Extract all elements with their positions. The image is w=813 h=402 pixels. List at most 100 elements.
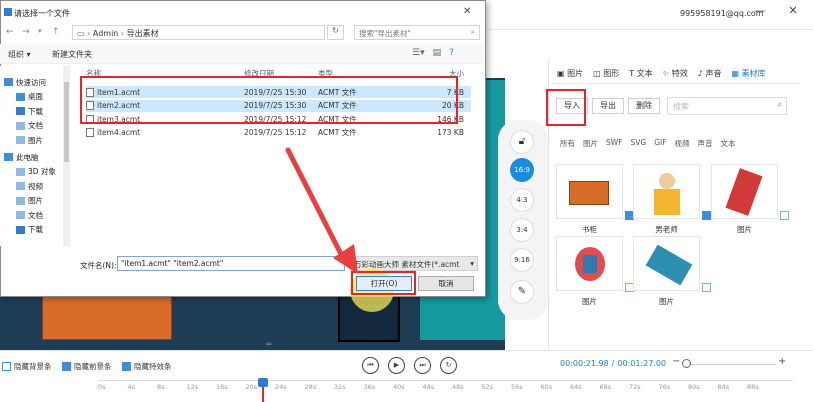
tab-sound[interactable]: ♪ 声音 — [693, 64, 727, 83]
minimize-icon[interactable]: — — [752, 4, 768, 20]
close-icon[interactable]: ✕ — [785, 4, 801, 20]
tab-effect[interactable]: ✨︎ 特效 — [658, 64, 693, 83]
asset-thumbnail[interactable] — [556, 236, 634, 292]
filter-item[interactable]: 声音 — [698, 138, 713, 149]
sidebar-item[interactable]: 图片 — [16, 133, 43, 148]
edit-icon[interactable]: ✎ — [510, 280, 534, 304]
checkbox[interactable] — [2, 362, 11, 371]
organize-button[interactable]: 组织 ▾ — [8, 49, 31, 60]
sidebar-item[interactable]: 快速访问 — [4, 75, 46, 90]
collapse-handle-icon[interactable]: ═ — [266, 340, 271, 350]
replay-icon[interactable]: ↻ — [440, 357, 457, 374]
refresh-icon[interactable]: ↻ — [327, 25, 344, 40]
asset-thumbnail[interactable] — [633, 236, 711, 292]
view-mode-icon[interactable]: ☰▾ — [412, 48, 425, 58]
zoom-out-icon[interactable]: − — [672, 356, 680, 367]
forward-icon[interactable]: → — [22, 27, 30, 37]
asset-item[interactable]: 图片 — [711, 164, 789, 235]
asset-checkbox[interactable] — [702, 211, 711, 220]
sidebar-item[interactable]: 图片 — [16, 194, 43, 209]
help-icon[interactable]: ? — [449, 48, 454, 58]
search-icon[interactable]: ⌕ — [471, 27, 475, 37]
timeline-toggle[interactable]: 隐藏背景条 — [2, 361, 52, 372]
play-icon[interactable]: ▶ — [388, 357, 405, 374]
file-row[interactable]: item4.acmt 2019/7/25 15:12 ACMT 文件 173 KB — [86, 127, 471, 139]
back-icon[interactable]: ← — [6, 27, 14, 37]
asset-thumbnail[interactable] — [711, 164, 789, 220]
filter-item[interactable]: 所有 — [560, 138, 575, 149]
new-folder-button[interactable]: 新建文件夹 — [52, 49, 92, 60]
playhead-handle[interactable] — [258, 378, 268, 387]
tab-picture[interactable]: ▣ 图片 — [552, 64, 588, 83]
export-button[interactable]: 导出 — [592, 98, 624, 114]
address-bar[interactable]: ▭ › Admin › 导出素材 — [72, 25, 325, 40]
filter-item[interactable]: 视频 — [675, 138, 690, 149]
timeline-ruler[interactable]: 0s 4s 8s 12s 16s 20s 24s 28s 32s 36s 40s 44s 48s 52s 5… — [98, 380, 793, 400]
sidebar-item[interactable]: 视频 — [16, 179, 43, 194]
navigation-scrollbar-thumb[interactable] — [64, 82, 69, 162]
breadcrumb-admin[interactable]: Admin — [93, 29, 119, 38]
asset-item[interactable]: 图片 — [556, 236, 634, 307]
tab-shape[interactable]: ◫ 图形 — [588, 64, 624, 83]
dialog-search-input[interactable]: 搜索"导出素材" ⌕ — [354, 25, 480, 40]
sidebar-item[interactable]: 下载 — [16, 104, 43, 119]
zoom-in-icon[interactable]: + — [778, 356, 786, 367]
filter-item[interactable]: SWF — [606, 138, 623, 149]
ratio-button[interactable]: 4:3 — [510, 188, 534, 212]
checkbox[interactable] — [122, 362, 131, 371]
ruler-tick: 88s — [747, 383, 759, 391]
filter-item[interactable]: 文本 — [721, 138, 736, 149]
checkbox-label: 隐藏背景条 — [14, 362, 52, 371]
filter-item[interactable]: 图片 — [583, 138, 598, 149]
sidebar-item[interactable]: 桌面 — [16, 90, 43, 105]
asset-label: 图片 — [659, 297, 674, 306]
filename-input[interactable]: "item1.acmt" "item2.acmt" — [117, 256, 345, 271]
asset-checkbox[interactable] — [780, 211, 789, 220]
computer-icon — [4, 153, 13, 162]
ruler-tick: 84s — [717, 383, 730, 391]
stage-bookshelf[interactable] — [42, 295, 172, 340]
checkbox[interactable] — [62, 362, 71, 371]
breadcrumb-folder[interactable]: 导出素材 — [127, 29, 159, 38]
sidebar-item[interactable]: 3D 对象 — [16, 165, 56, 180]
search-icon[interactable]: ⌕ — [778, 100, 782, 110]
filter-item[interactable]: SVG — [631, 138, 647, 149]
ratio-button[interactable]: 3:4 — [510, 218, 534, 242]
asset-item[interactable]: 图片 — [633, 236, 711, 307]
ratio-button[interactable]: 16:9 — [510, 158, 534, 182]
sidebar-item[interactable]: 此电脑 — [4, 150, 39, 165]
asset-item[interactable]: 书柜 — [556, 164, 634, 235]
asset-thumbnail[interactable] — [633, 164, 711, 220]
ruler-tick: 72s — [629, 383, 641, 391]
dialog-close-icon[interactable]: ✕ — [463, 6, 471, 17]
tab-library[interactable]: ▦ 素材库 — [726, 64, 770, 83]
recent-dropdown-icon[interactable]: ▾ — [38, 27, 42, 35]
sidebar-item[interactable]: 文档 — [16, 119, 43, 134]
sidebar-item-label: 3D 对象 — [28, 167, 56, 177]
playback-controls: ⏮ ▶ ⏭ ↻ — [362, 357, 457, 374]
asset-thumbnail[interactable] — [556, 164, 634, 220]
ratio-button[interactable]: 9:16 — [510, 248, 534, 272]
material-search-input[interactable]: 搜索 ⌕ — [667, 97, 787, 115]
up-icon[interactable]: ↑ — [52, 27, 60, 37]
timeline-toggle[interactable]: 隐藏特效条 — [122, 361, 172, 372]
text-icon: T — [629, 69, 637, 78]
zoom-slider-handle[interactable] — [682, 359, 691, 368]
delete-button[interactable]: 删除 — [628, 98, 660, 114]
sidebar-item[interactable]: 下载 — [16, 223, 43, 238]
tab-text[interactable]: T 文本 — [624, 64, 657, 83]
filter-item[interactable]: GIF — [654, 138, 666, 149]
preview-pane-icon[interactable]: ▤ — [433, 48, 442, 58]
download-icon — [16, 107, 25, 116]
next-icon[interactable]: ⏭ — [414, 357, 431, 374]
asset-checkbox[interactable] — [702, 283, 711, 292]
timeline-toggle[interactable]: 隐藏前景条 — [62, 361, 112, 372]
lock-icon[interactable]: 🔓︎ — [510, 130, 534, 154]
dialog-app-icon — [4, 8, 12, 16]
previous-icon[interactable]: ⏮ — [362, 357, 379, 374]
sidebar-item[interactable]: 文档 — [16, 208, 43, 223]
sidebar-item-label: 文档 — [28, 121, 43, 131]
cancel-button[interactable]: 取消 — [418, 276, 474, 291]
asset-item[interactable]: 男老师 — [633, 164, 711, 235]
zoom-slider[interactable] — [686, 364, 776, 365]
